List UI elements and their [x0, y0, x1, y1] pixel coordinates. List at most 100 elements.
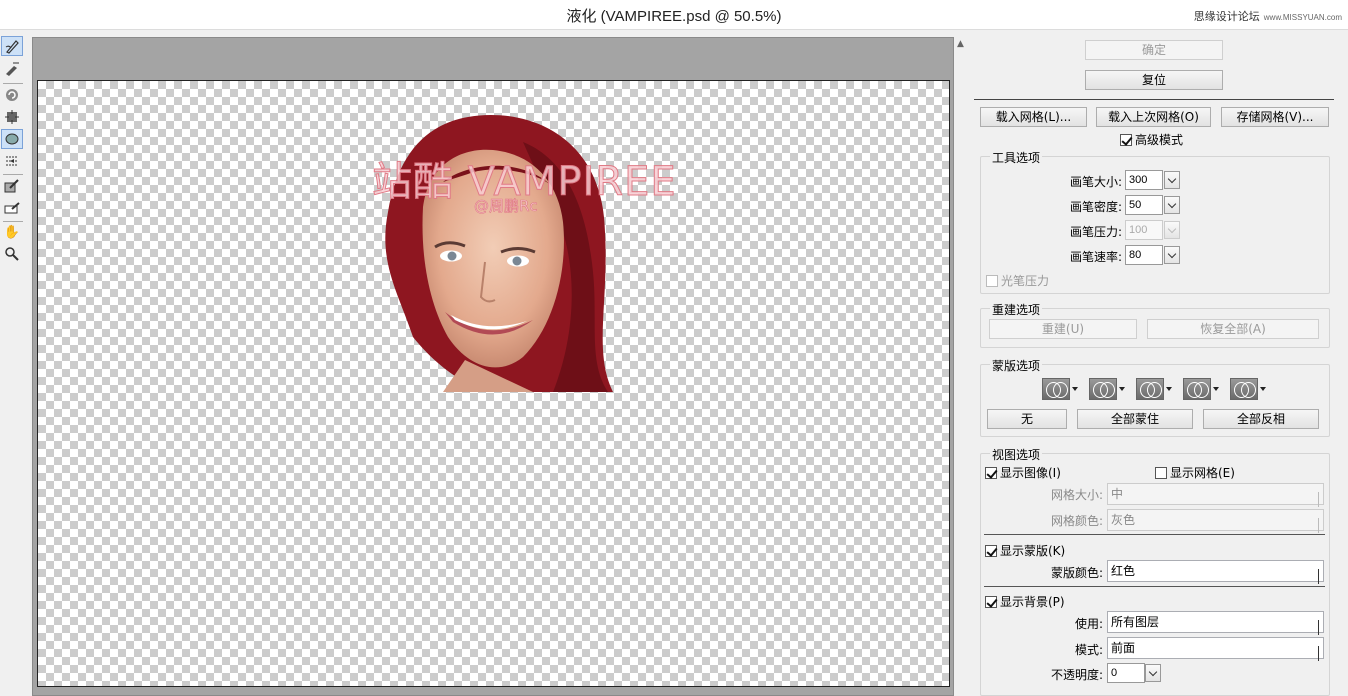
vertical-scrollbar[interactable]: ▲ — [955, 37, 969, 696]
brush-size-input[interactable]: 300 — [1125, 170, 1163, 190]
mask-all-button[interactable]: 全部蒙住 — [1077, 409, 1193, 429]
mesh-size-select[interactable]: 中 — [1107, 483, 1324, 507]
use-layers-value: 所有图层 — [1111, 615, 1160, 629]
canvas-watermark-credit: @周鹏Rc — [474, 197, 538, 216]
show-mesh-check-icon — [1155, 466, 1167, 479]
invert-selection-button[interactable] — [1230, 378, 1272, 400]
tool-options-title: 工具选项 — [990, 149, 1043, 166]
show-backdrop-label: 显示背景(P) — [1000, 595, 1065, 609]
mesh-color-select[interactable]: 灰色 — [1107, 509, 1324, 533]
thaw-mask-tool-icon[interactable] — [1, 198, 23, 218]
add-to-selection-icon — [1089, 378, 1117, 400]
opacity-label: 不透明度: — [1050, 668, 1103, 682]
show-mesh-label: 显示网格(E) — [1170, 466, 1235, 480]
view-options-title: 视图选项 — [990, 446, 1043, 463]
mode-select[interactable]: 前面 — [1107, 637, 1324, 661]
site-watermark: 思缘设计论坛 www.MISSYUAN.com — [1194, 8, 1342, 24]
subtract-from-selection-icon — [1136, 378, 1164, 400]
reset-button[interactable]: 复位 — [1085, 70, 1223, 90]
ok-button[interactable]: 确定 — [1085, 40, 1223, 60]
mask-color-label: 蒙版颜色: — [1050, 566, 1103, 580]
brush-pressure-label: 画笔压力: — [1069, 225, 1122, 239]
reconstruct-button[interactable]: 重建(U) — [989, 319, 1137, 339]
advanced-mode-checkbox[interactable]: 高级模式 — [1120, 131, 1183, 148]
mask-color-select[interactable]: 红色 — [1107, 560, 1324, 584]
reconstruct-options-title: 重建选项 — [990, 301, 1043, 318]
show-mesh-checkbox[interactable]: 显示网格(E) — [1155, 464, 1235, 481]
intersect-with-selection-icon — [1183, 378, 1211, 400]
stylus-pressure-checkbox[interactable]: 光笔压力 — [986, 272, 1049, 289]
bloat-tool-icon[interactable] — [1, 129, 23, 149]
add-to-selection-button[interactable] — [1089, 378, 1131, 400]
advanced-mode-check-icon — [1120, 133, 1132, 146]
twirl-clockwise-tool-icon[interactable] — [1, 85, 23, 105]
brush-density-input[interactable]: 50 — [1125, 195, 1163, 215]
brush-pressure-dropdown[interactable] — [1164, 221, 1180, 239]
mask-none-button[interactable]: 无 — [987, 409, 1067, 429]
push-left-tool-icon[interactable] — [1, 151, 23, 171]
options-panel: 确定 复位 载入网格(L)... 载入上次网格(O) 存储网格(V)... 高级… — [972, 31, 1348, 696]
invert-all-button[interactable]: 全部反相 — [1203, 409, 1319, 429]
load-last-mesh-button[interactable]: 载入上次网格(O) — [1096, 107, 1211, 127]
subtract-from-selection-button[interactable] — [1136, 378, 1178, 400]
opacity-dropdown[interactable] — [1145, 664, 1161, 682]
freeze-mask-tool-icon[interactable] — [1, 176, 23, 196]
brush-rate-dropdown[interactable] — [1164, 246, 1180, 264]
chevron-down-icon — [1318, 489, 1319, 509]
chevron-down-icon — [1167, 199, 1177, 208]
show-backdrop-check-icon — [985, 595, 997, 608]
chevron-down-icon — [1148, 667, 1158, 676]
mesh-color-value: 灰色 — [1111, 513, 1136, 527]
reconstruct-tool-icon[interactable] — [1, 59, 23, 79]
mesh-size-label: 网格大小: — [1050, 488, 1103, 502]
replace-selection-button[interactable] — [1042, 378, 1084, 400]
zoom-tool-icon[interactable] — [1, 244, 23, 264]
watermark-url: www.MISSYUAN.com — [1263, 13, 1342, 22]
brush-density-dropdown[interactable] — [1164, 196, 1180, 214]
brush-rate-label: 画笔速率: — [1069, 250, 1122, 264]
mask-color-value: 红色 — [1111, 564, 1136, 578]
brush-size-label: 画笔大小: — [1069, 175, 1122, 189]
watermark-cn: 思缘设计论坛 — [1193, 10, 1260, 23]
show-image-check-icon — [985, 466, 997, 479]
brush-size-dropdown[interactable] — [1164, 171, 1180, 189]
replace-selection-icon — [1042, 378, 1070, 400]
chevron-down-icon — [1318, 617, 1319, 637]
show-backdrop-checkbox[interactable]: 显示背景(P) — [985, 593, 1065, 610]
show-mask-checkbox[interactable]: 显示蒙版(K) — [985, 542, 1065, 559]
brush-density-label: 画笔密度: — [1069, 200, 1122, 214]
mode-value: 前面 — [1111, 641, 1136, 655]
mesh-size-value: 中 — [1111, 487, 1124, 501]
window-title: 液化 (VAMPIREE.psd @ 50.5%) — [566, 8, 782, 25]
scroll-up-icon[interactable]: ▲ — [957, 39, 964, 49]
brush-rate-input[interactable]: 80 — [1125, 245, 1163, 265]
restore-all-button[interactable]: 恢复全部(A) — [1147, 319, 1319, 339]
chevron-down-icon — [1167, 174, 1177, 183]
chevron-down-icon — [1167, 249, 1177, 258]
use-label: 使用: — [1074, 617, 1103, 631]
preview-area: 站酷 VAMPIREE @周鹏Rc — [32, 37, 954, 696]
chevron-down-icon — [1318, 566, 1319, 586]
chevron-down-icon — [1318, 515, 1319, 535]
use-layers-select[interactable]: 所有图层 — [1107, 611, 1324, 635]
intersect-with-selection-button[interactable] — [1183, 378, 1225, 400]
hand-tool-icon[interactable]: ✋ — [1, 222, 23, 242]
warp-tool-icon[interactable] — [1, 36, 23, 56]
mesh-color-label: 网格颜色: — [1050, 514, 1103, 528]
save-mesh-button[interactable]: 存储网格(V)... — [1221, 107, 1329, 127]
liquify-toolbar: ✋ — [0, 31, 26, 696]
invert-selection-icon — [1230, 378, 1258, 400]
load-mesh-button[interactable]: 载入网格(L)... — [980, 107, 1087, 127]
chevron-down-icon — [1318, 643, 1319, 663]
show-mask-check-icon — [985, 544, 997, 557]
show-image-checkbox[interactable]: 显示图像(I) — [985, 464, 1061, 481]
opacity-input[interactable]: 0 — [1107, 663, 1145, 683]
show-image-label: 显示图像(I) — [1000, 466, 1061, 480]
title-bar: 液化 (VAMPIREE.psd @ 50.5%) 思缘设计论坛 www.MISS… — [0, 0, 1348, 30]
mode-label: 模式: — [1074, 643, 1103, 657]
stylus-pressure-label: 光笔压力 — [1001, 274, 1050, 288]
preview-canvas[interactable]: 站酷 VAMPIREE @周鹏Rc — [37, 80, 950, 687]
stylus-pressure-check-icon — [986, 274, 998, 287]
brush-pressure-input[interactable]: 100 — [1125, 220, 1163, 240]
pucker-tool-icon[interactable] — [1, 107, 23, 127]
